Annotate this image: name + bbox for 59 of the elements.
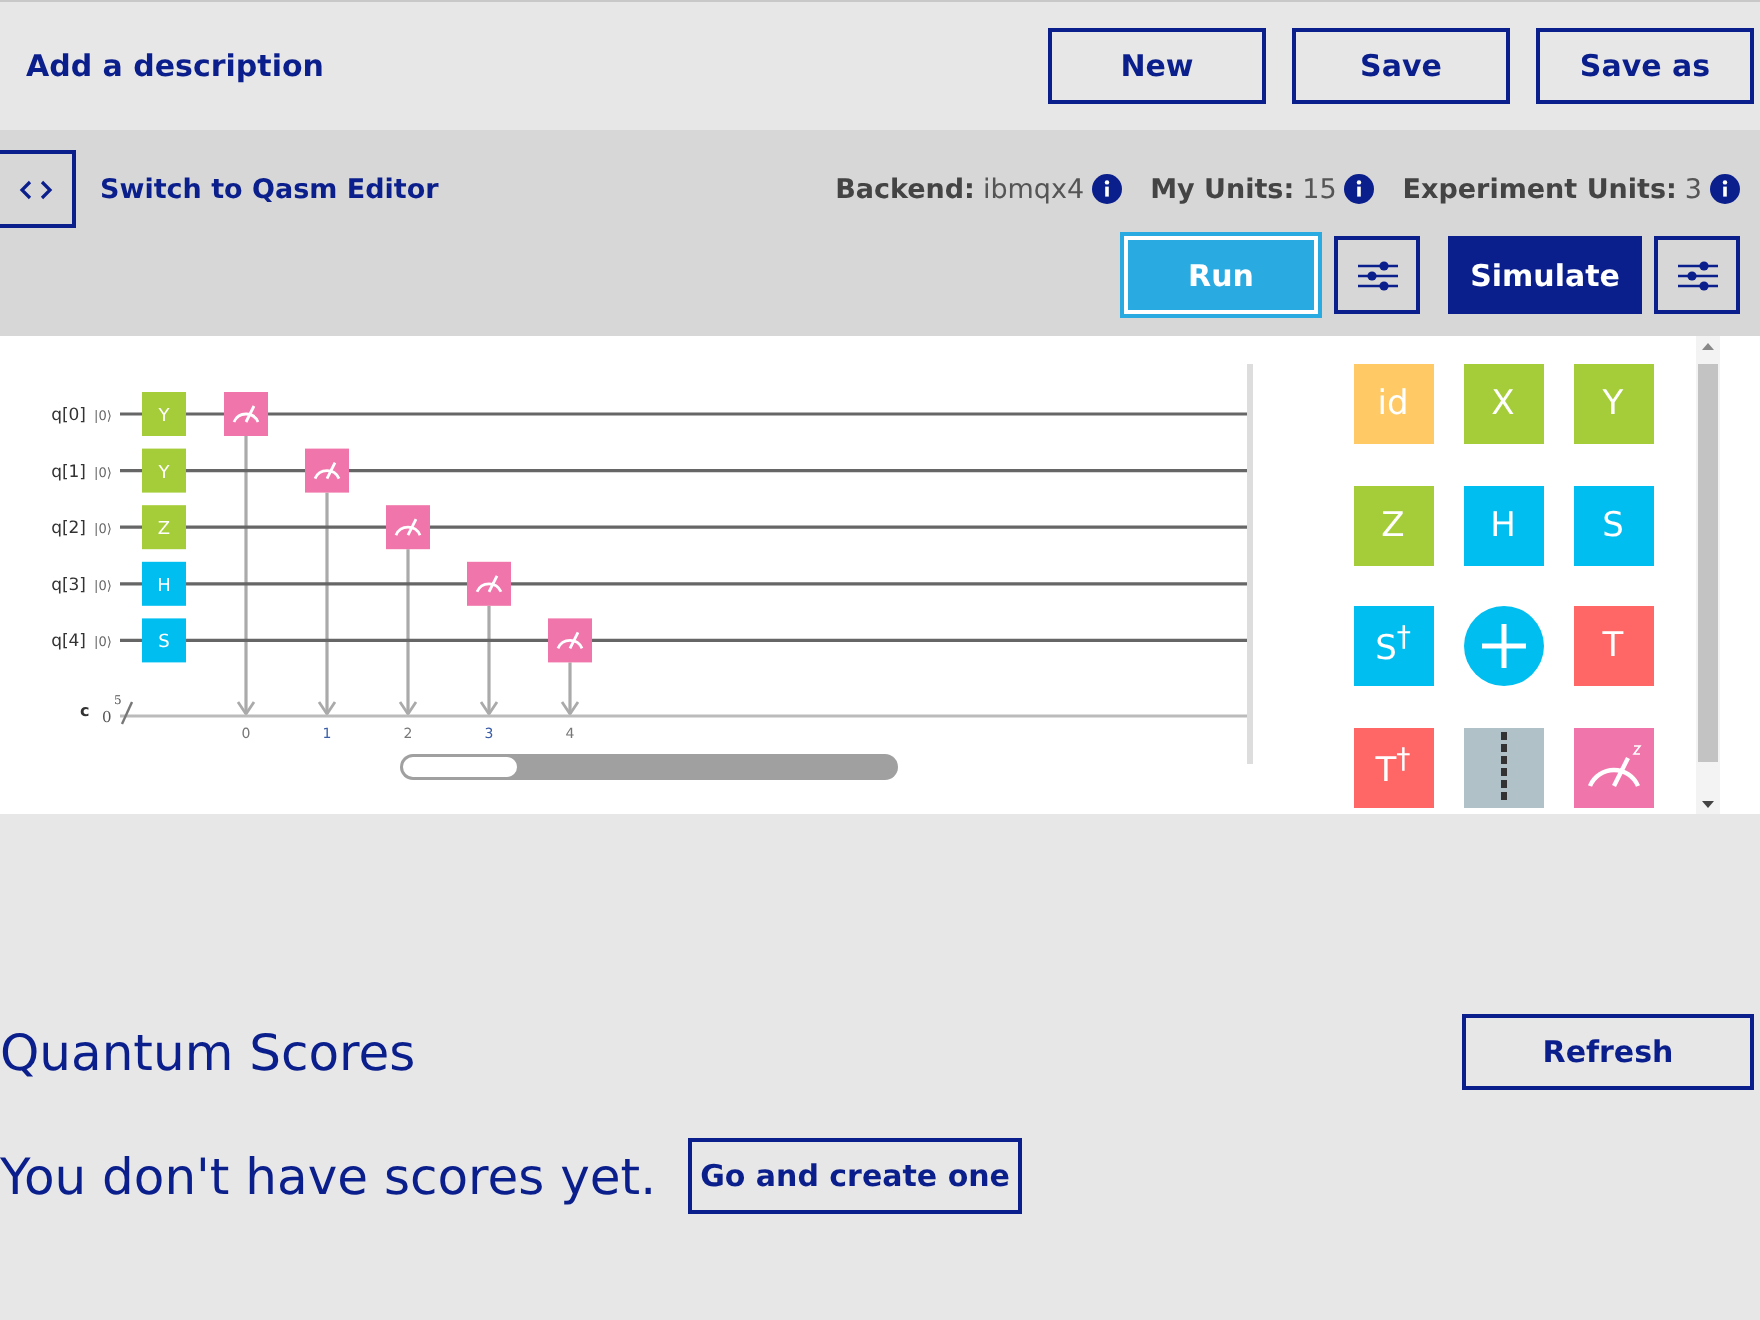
header-button[interactable]: Save — [1292, 28, 1510, 104]
measure-gate[interactable] — [548, 618, 592, 663]
empty-message: You don't have scores yet. — [0, 1147, 657, 1205]
qubit-label: q[2] — [51, 519, 86, 540]
stat-value: 3 — [1684, 173, 1702, 205]
gate-button[interactable]: id — [1353, 364, 1433, 444]
measure-gate[interactable] — [386, 505, 430, 550]
gate[interactable]: S — [142, 618, 186, 663]
horizontal-scrollbar[interactable] — [400, 754, 898, 780]
plus-circle-icon[interactable] — [1463, 606, 1543, 686]
qubit-label: q[0] — [51, 406, 86, 426]
gate-button[interactable]: H — [1463, 485, 1543, 565]
barrier-icon[interactable] — [1463, 727, 1543, 807]
settings-icon — [1355, 259, 1399, 291]
code-toggle-button[interactable] — [0, 150, 76, 228]
settings-icon — [1675, 259, 1719, 291]
description-link[interactable]: Add a description — [26, 48, 324, 84]
measure-gate[interactable] — [224, 392, 268, 436]
gate[interactable]: Y — [142, 448, 186, 493]
qubit-label: q[4] — [51, 632, 86, 653]
classical-label: c — [80, 702, 90, 720]
gate[interactable]: Y — [142, 392, 186, 436]
settings-button[interactable] — [1654, 236, 1740, 314]
gate[interactable]: H — [142, 561, 186, 606]
header-button[interactable]: New — [1048, 28, 1266, 104]
measurement-arrow — [479, 605, 499, 717]
run-button[interactable]: Run — [1124, 236, 1318, 314]
stat-label: Backend: — [835, 173, 975, 205]
switch-editor-link[interactable]: Switch to Qasm Editor — [100, 173, 439, 205]
measure-gate[interactable] — [467, 561, 511, 606]
qubit-label: q[1] — [51, 462, 86, 483]
stat-label: Experiment Units: — [1402, 173, 1677, 205]
info-icon[interactable] — [1344, 174, 1375, 204]
vertical-scrollbar[interactable] — [1696, 336, 1720, 814]
gate-button[interactable]: S — [1573, 485, 1653, 565]
info-icon[interactable] — [1092, 174, 1123, 204]
stat-value: ibmqx4 — [982, 173, 1085, 205]
bus-slash — [120, 701, 134, 725]
header-button[interactable]: Save as — [1536, 28, 1754, 104]
info-icon[interactable] — [1710, 174, 1740, 204]
create-button[interactable]: Go and create one — [688, 1138, 1023, 1214]
gate-button[interactable]: Z — [1353, 485, 1433, 565]
qubit-label: q[3] — [51, 575, 86, 596]
stat-label: My Units: — [1150, 173, 1295, 205]
gate-button[interactable]: T — [1573, 606, 1653, 686]
stat-value: 15 — [1302, 173, 1337, 205]
simulate-button[interactable]: Simulate — [1448, 236, 1642, 314]
gate[interactable]: Z — [142, 505, 186, 550]
measure-gate[interactable] — [305, 448, 349, 493]
code-icon — [18, 177, 54, 201]
gate-button[interactable]: X — [1463, 364, 1543, 444]
section-title: Quantum Scores — [0, 1023, 416, 1081]
refresh-button[interactable]: Refresh — [1462, 1014, 1754, 1090]
gate-button[interactable]: Y — [1573, 364, 1653, 444]
gate-button[interactable]: S$^{†}$ — [1353, 606, 1433, 686]
settings-button[interactable] — [1334, 236, 1420, 314]
gate-button[interactable]: T$^{†}$ — [1353, 727, 1433, 807]
meter-icon[interactable] — [1573, 727, 1653, 807]
measurement-arrow — [560, 662, 580, 717]
